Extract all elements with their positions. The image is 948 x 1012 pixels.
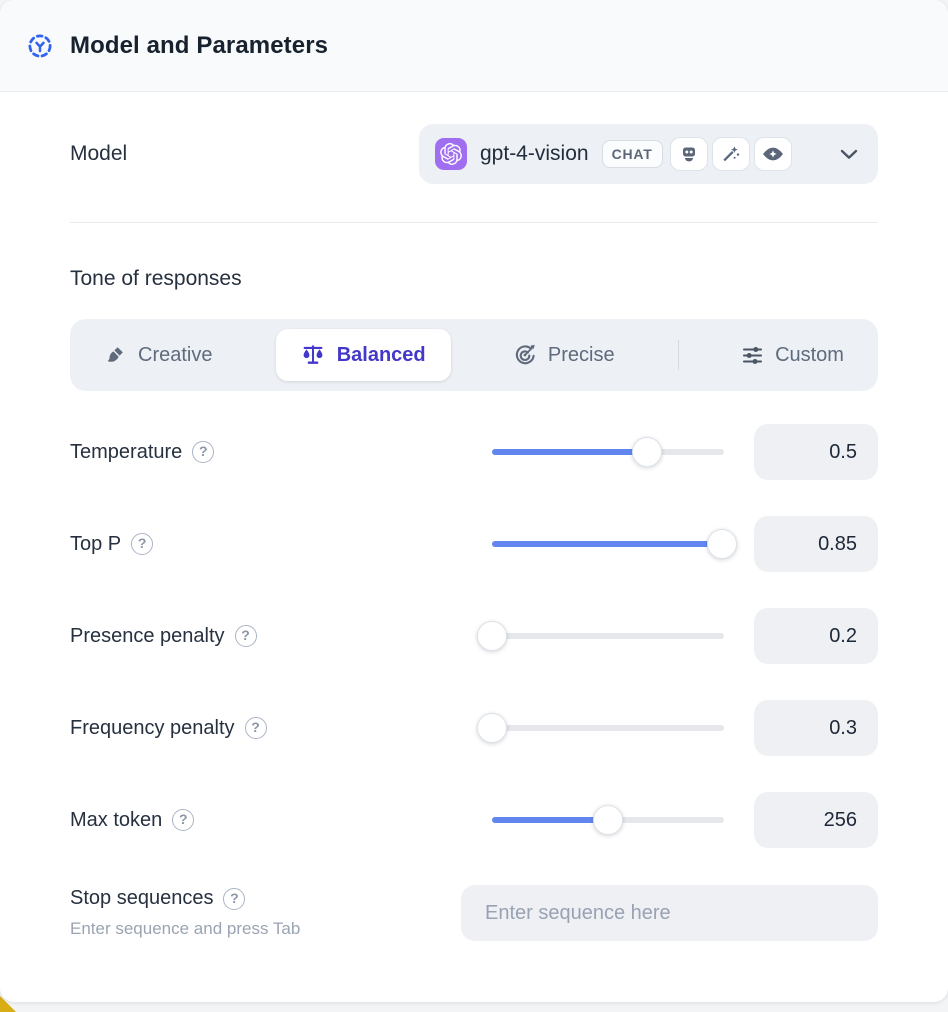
max-token-slider[interactable] <box>492 805 724 835</box>
selected-model-name: gpt-4-vision <box>480 142 589 166</box>
tab-custom[interactable]: Custom <box>726 330 860 381</box>
slider-thumb[interactable] <box>593 805 623 835</box>
model-label: Model <box>70 142 127 166</box>
max-token-value[interactable]: 256 <box>754 792 878 848</box>
presence-penalty-value[interactable]: 0.2 <box>754 608 878 664</box>
slider-thumb[interactable] <box>477 621 507 651</box>
param-label: Max token <box>70 809 162 832</box>
top-p-slider[interactable] <box>492 529 724 559</box>
frequency-penalty-value[interactable]: 0.3 <box>754 700 878 756</box>
help-icon[interactable]: ? <box>172 809 194 831</box>
temperature-slider[interactable] <box>492 437 724 467</box>
help-icon[interactable]: ? <box>223 888 245 910</box>
robot-icon <box>671 138 707 170</box>
stop-sequences-helper: Enter sequence and press Tab <box>70 919 461 939</box>
eye-sparkle-icon <box>755 138 791 170</box>
help-icon[interactable]: ? <box>245 717 267 739</box>
stop-sequences-label: Stop sequences <box>70 887 213 910</box>
tab-precise[interactable]: Precise <box>498 330 631 381</box>
panel-header: Model and Parameters <box>0 0 948 92</box>
param-row-temperature: Temperature ? 0.5 <box>70 424 878 480</box>
help-icon[interactable]: ? <box>192 441 214 463</box>
slider-thumb[interactable] <box>632 437 662 467</box>
help-icon[interactable]: ? <box>131 533 153 555</box>
tone-heading: Tone of responses <box>70 267 878 291</box>
scale-icon <box>301 343 325 367</box>
sliders-icon <box>742 345 763 366</box>
presence-penalty-slider[interactable] <box>492 621 724 651</box>
page-title: Model and Parameters <box>70 32 328 60</box>
chevron-down-icon <box>840 149 858 160</box>
param-label: Top P <box>70 533 121 556</box>
tab-creative[interactable]: Creative <box>88 330 228 381</box>
top-p-value[interactable]: 0.85 <box>754 516 878 572</box>
slider-thumb[interactable] <box>707 529 737 559</box>
tab-separator <box>678 340 679 370</box>
paintbrush-icon <box>104 344 126 366</box>
model-parameters-panel: Model and Parameters Model gpt-4-vision … <box>0 0 948 1002</box>
tab-balanced[interactable]: Balanced <box>276 329 451 381</box>
help-icon[interactable]: ? <box>235 625 257 647</box>
param-row-presence-penalty: Presence penalty ? 0.2 <box>70 608 878 664</box>
tab-label: Creative <box>138 344 212 367</box>
tab-label: Balanced <box>337 344 426 367</box>
capability-badges <box>671 138 791 170</box>
target-dart-icon <box>514 344 536 366</box>
temperature-value[interactable]: 0.5 <box>754 424 878 480</box>
param-row-max-token: Max token ? 256 <box>70 792 878 848</box>
wand-sparkles-icon <box>713 138 749 170</box>
frequency-penalty-slider[interactable] <box>492 713 724 743</box>
param-label: Presence penalty <box>70 625 225 648</box>
stop-sequence-input[interactable] <box>461 885 878 941</box>
tone-tab-bar: Creative Balanced <box>70 319 878 391</box>
param-label: Temperature <box>70 441 182 464</box>
param-row-top-p: Top P ? 0.85 <box>70 516 878 572</box>
section-divider <box>70 222 878 223</box>
model-type-badge: CHAT <box>602 140 663 168</box>
param-label: Frequency penalty <box>70 717 235 740</box>
model-params-icon <box>26 32 54 60</box>
stop-sequences-row: Stop sequences ? Enter sequence and pres… <box>70 885 878 997</box>
openai-logo-icon <box>435 138 467 170</box>
param-row-frequency-penalty: Frequency penalty ? 0.3 <box>70 700 878 756</box>
tab-label: Precise <box>548 344 615 367</box>
model-row: Model gpt-4-vision CHAT <box>70 124 878 184</box>
model-select-dropdown[interactable]: gpt-4-vision CHAT <box>419 124 878 184</box>
tab-label: Custom <box>775 344 844 367</box>
slider-thumb[interactable] <box>477 713 507 743</box>
